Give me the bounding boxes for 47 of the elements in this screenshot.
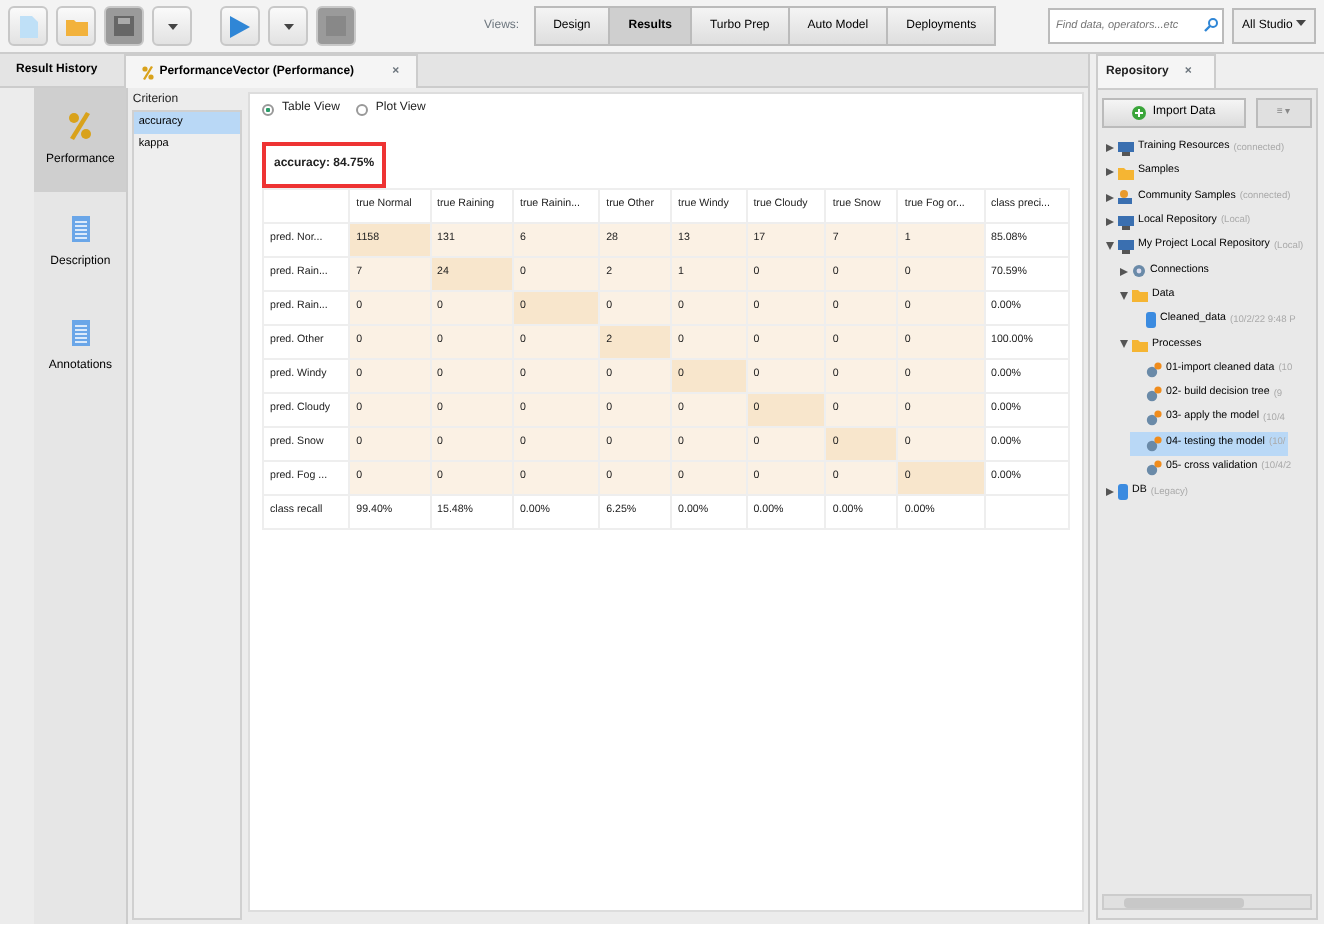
radio-button[interactable]: [262, 103, 274, 115]
people-icon: [1118, 190, 1134, 205]
caret-icon: [167, 23, 177, 29]
stop-button[interactable]: [316, 6, 356, 46]
expand-arrow-icon: [1119, 267, 1127, 276]
process-icon: [1146, 435, 1162, 452]
collapse-arrow-icon: [1105, 242, 1113, 251]
expand-arrow-icon: [1105, 217, 1113, 226]
monitor-icon: [1118, 141, 1134, 156]
document-icon: [71, 320, 90, 346]
monitor-icon: [1118, 215, 1134, 230]
expand-arrow-icon: [1105, 168, 1113, 177]
collapse-arrow-icon: [1119, 291, 1127, 300]
folder-icon: [1118, 165, 1134, 180]
folder-icon: [1132, 338, 1148, 353]
process-icon: [1146, 361, 1162, 378]
document-icon: [71, 216, 90, 242]
dropdown-button[interactable]: [268, 6, 308, 46]
play-icon: [230, 15, 250, 37]
save-button[interactable]: [104, 6, 144, 46]
expand-arrow-icon: [1105, 193, 1113, 202]
percent-icon: [141, 65, 154, 79]
file-icon: [19, 15, 37, 37]
dropdown-button[interactable]: [152, 6, 192, 46]
expand-arrow-icon: [1105, 144, 1113, 153]
open-folder-button[interactable]: [56, 6, 96, 46]
radio-button[interactable]: [355, 103, 368, 115]
process-icon: [1146, 386, 1162, 403]
folder-icon: [65, 17, 87, 35]
monitor-icon: [1118, 239, 1134, 254]
folder-icon: [1132, 288, 1148, 303]
collapse-arrow-icon: [1119, 340, 1127, 349]
search-icon: [1203, 18, 1218, 32]
database-icon: [1118, 484, 1128, 501]
gear-icon: [1132, 264, 1146, 279]
caret-icon: [283, 23, 293, 29]
new-file-button[interactable]: [8, 6, 48, 46]
process-icon: [1146, 460, 1162, 476]
expand-arrow-icon: [1105, 488, 1113, 497]
floppy-icon: [114, 16, 134, 36]
horizontal-scrollbar[interactable]: [1102, 894, 1312, 910]
percent-icon: [68, 111, 93, 139]
plus-icon: [1132, 106, 1147, 120]
process-icon: [1146, 410, 1162, 427]
database-icon: [1146, 312, 1156, 329]
run-button[interactable]: [220, 6, 260, 46]
caret-icon: [1296, 20, 1306, 27]
